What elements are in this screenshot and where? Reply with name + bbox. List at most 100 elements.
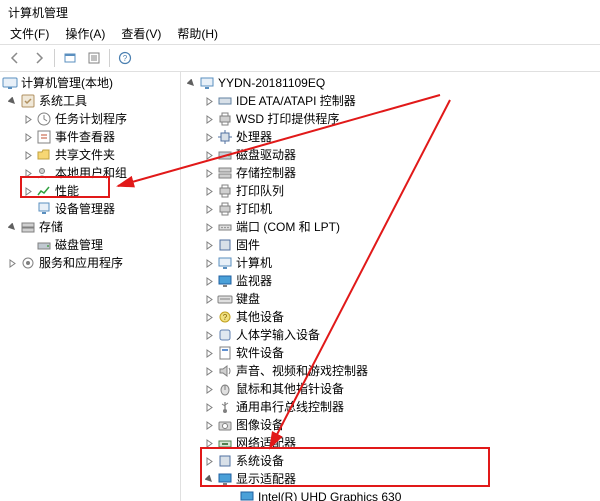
expander-closed-icon[interactable]: [203, 383, 215, 395]
device-other[interactable]: ?其他设备: [181, 308, 600, 326]
expander-closed-icon[interactable]: [22, 167, 34, 179]
expander-closed-icon[interactable]: [203, 131, 215, 143]
device-sound[interactable]: 声音、视频和游戏控制器: [181, 362, 600, 380]
device-disk_drives[interactable]: 磁盘驱动器: [181, 146, 600, 164]
tree-label: 计算机管理(本地): [21, 74, 113, 92]
device-hid[interactable]: 人体学输入设备: [181, 326, 600, 344]
expander-closed-icon[interactable]: [203, 419, 215, 431]
expander-closed-icon[interactable]: [22, 113, 34, 125]
tree-local-users[interactable]: 本地用户和组: [0, 164, 180, 182]
device-firmware[interactable]: 固件: [181, 236, 600, 254]
menu-file[interactable]: 文件(F): [4, 24, 55, 44]
tree-performance[interactable]: 性能: [0, 182, 180, 200]
expander-closed-icon[interactable]: [203, 293, 215, 305]
tree-storage[interactable]: 存储: [0, 218, 180, 236]
device-root[interactable]: YYDN-20181109EQ: [181, 74, 600, 92]
device-usb[interactable]: 通用串行总线控制器: [181, 398, 600, 416]
network-icon: [217, 435, 233, 451]
tree-device-manager[interactable]: 设备管理器: [0, 200, 180, 218]
mouse-icon: [217, 381, 233, 397]
expander-closed-icon[interactable]: [203, 113, 215, 125]
expander-closed-icon[interactable]: [203, 437, 215, 449]
other-icon: ?: [217, 309, 233, 325]
device-storage_ctrl[interactable]: 存储控制器: [181, 164, 600, 182]
device-monitors[interactable]: 监视器: [181, 272, 600, 290]
device-printers[interactable]: 打印机: [181, 200, 600, 218]
expander-open-icon[interactable]: [6, 95, 18, 107]
printer-icon: [217, 183, 233, 199]
keyboard-icon: [217, 291, 233, 307]
device-mice[interactable]: 鼠标和其他指针设备: [181, 380, 600, 398]
tree-event-viewer[interactable]: 事件查看器: [0, 128, 180, 146]
tree-shared-folders[interactable]: 共享文件夹: [0, 146, 180, 164]
tree-label: 显示适配器: [236, 470, 296, 488]
expander-closed-icon[interactable]: [203, 365, 215, 377]
expander-closed-icon[interactable]: [203, 329, 215, 341]
tree-label: 服务和应用程序: [39, 254, 123, 272]
menu-help[interactable]: 帮助(H): [171, 24, 224, 44]
tree-label: 本地用户和组: [55, 164, 127, 182]
device-display_child[interactable]: Intel(R) UHD Graphics 630: [181, 488, 600, 501]
menu-view[interactable]: 查看(V): [115, 24, 167, 44]
device-keyboards[interactable]: 键盘: [181, 290, 600, 308]
tree-root-computer-mgmt[interactable]: 计算机管理(本地): [0, 74, 180, 92]
device-wsd[interactable]: WSD 打印提供程序: [181, 110, 600, 128]
expander-open-icon[interactable]: [6, 221, 18, 233]
port-icon: [217, 219, 233, 235]
expander-closed-icon[interactable]: [203, 275, 215, 287]
device-print_queues[interactable]: 打印队列: [181, 182, 600, 200]
tree-services-apps[interactable]: 服务和应用程序: [0, 254, 180, 272]
tree-label: 处理器: [236, 128, 272, 146]
tree-disk-mgmt[interactable]: 磁盘管理: [0, 236, 180, 254]
tree-label: 人体学输入设备: [236, 326, 320, 344]
expander-closed-icon[interactable]: [203, 347, 215, 359]
monitor-icon: [217, 471, 233, 487]
expander-closed-icon[interactable]: [203, 185, 215, 197]
expander-closed-icon[interactable]: [203, 239, 215, 251]
device-network[interactable]: 网络适配器: [181, 434, 600, 452]
tree-label: 通用串行总线控制器: [236, 398, 344, 416]
nav-forward-button[interactable]: [28, 47, 50, 69]
tree-label: 设备管理器: [55, 200, 115, 218]
expander-open-icon[interactable]: [203, 473, 215, 485]
expander-closed-icon[interactable]: [6, 257, 18, 269]
tree-label: YYDN-20181109EQ: [218, 74, 325, 92]
tree-task-scheduler[interactable]: 任务计划程序: [0, 110, 180, 128]
expander-closed-icon[interactable]: [22, 185, 34, 197]
expander-closed-icon[interactable]: [22, 131, 34, 143]
device-display[interactable]: 显示适配器: [181, 470, 600, 488]
device-computer[interactable]: 计算机: [181, 254, 600, 272]
expander-closed-icon[interactable]: [203, 401, 215, 413]
expander-closed-icon[interactable]: [203, 95, 215, 107]
expander-closed-icon[interactable]: [203, 311, 215, 323]
tree-label: Intel(R) UHD Graphics 630: [258, 488, 401, 501]
expander-closed-icon[interactable]: [203, 167, 215, 179]
menu-action[interactable]: 操作(A): [59, 24, 111, 44]
device-processors[interactable]: 处理器: [181, 128, 600, 146]
toolbar-up-button[interactable]: [59, 47, 81, 69]
device-imaging[interactable]: 图像设备: [181, 416, 600, 434]
tree-label: 系统工具: [39, 92, 87, 110]
expander-closed-icon[interactable]: [203, 221, 215, 233]
expander-closed-icon[interactable]: [203, 149, 215, 161]
sound-icon: [217, 363, 233, 379]
expander-closed-icon[interactable]: [22, 149, 34, 161]
left-tree-pane: 计算机管理(本地) 系统工具 任务计划程: [0, 72, 181, 501]
toolbar-properties-button[interactable]: [83, 47, 105, 69]
toolbar-help-button[interactable]: ?: [114, 47, 136, 69]
shared-folders-icon: [36, 147, 52, 163]
expander-closed-icon[interactable]: [203, 455, 215, 467]
tree-label: 鼠标和其他指针设备: [236, 380, 344, 398]
device-ports[interactable]: 端口 (COM 和 LPT): [181, 218, 600, 236]
nav-back-button[interactable]: [4, 47, 26, 69]
tree-system-tools[interactable]: 系统工具: [0, 92, 180, 110]
device-ide[interactable]: IDE ATA/ATAPI 控制器: [181, 92, 600, 110]
device-system_dev[interactable]: 系统设备: [181, 452, 600, 470]
expander-closed-icon[interactable]: [203, 257, 215, 269]
expander-open-icon[interactable]: [185, 77, 197, 89]
device-software[interactable]: 软件设备: [181, 344, 600, 362]
expander-closed-icon[interactable]: [203, 203, 215, 215]
toolbar: ?: [0, 44, 600, 72]
tree-label: 性能: [55, 182, 79, 200]
usb-icon: [217, 399, 233, 415]
